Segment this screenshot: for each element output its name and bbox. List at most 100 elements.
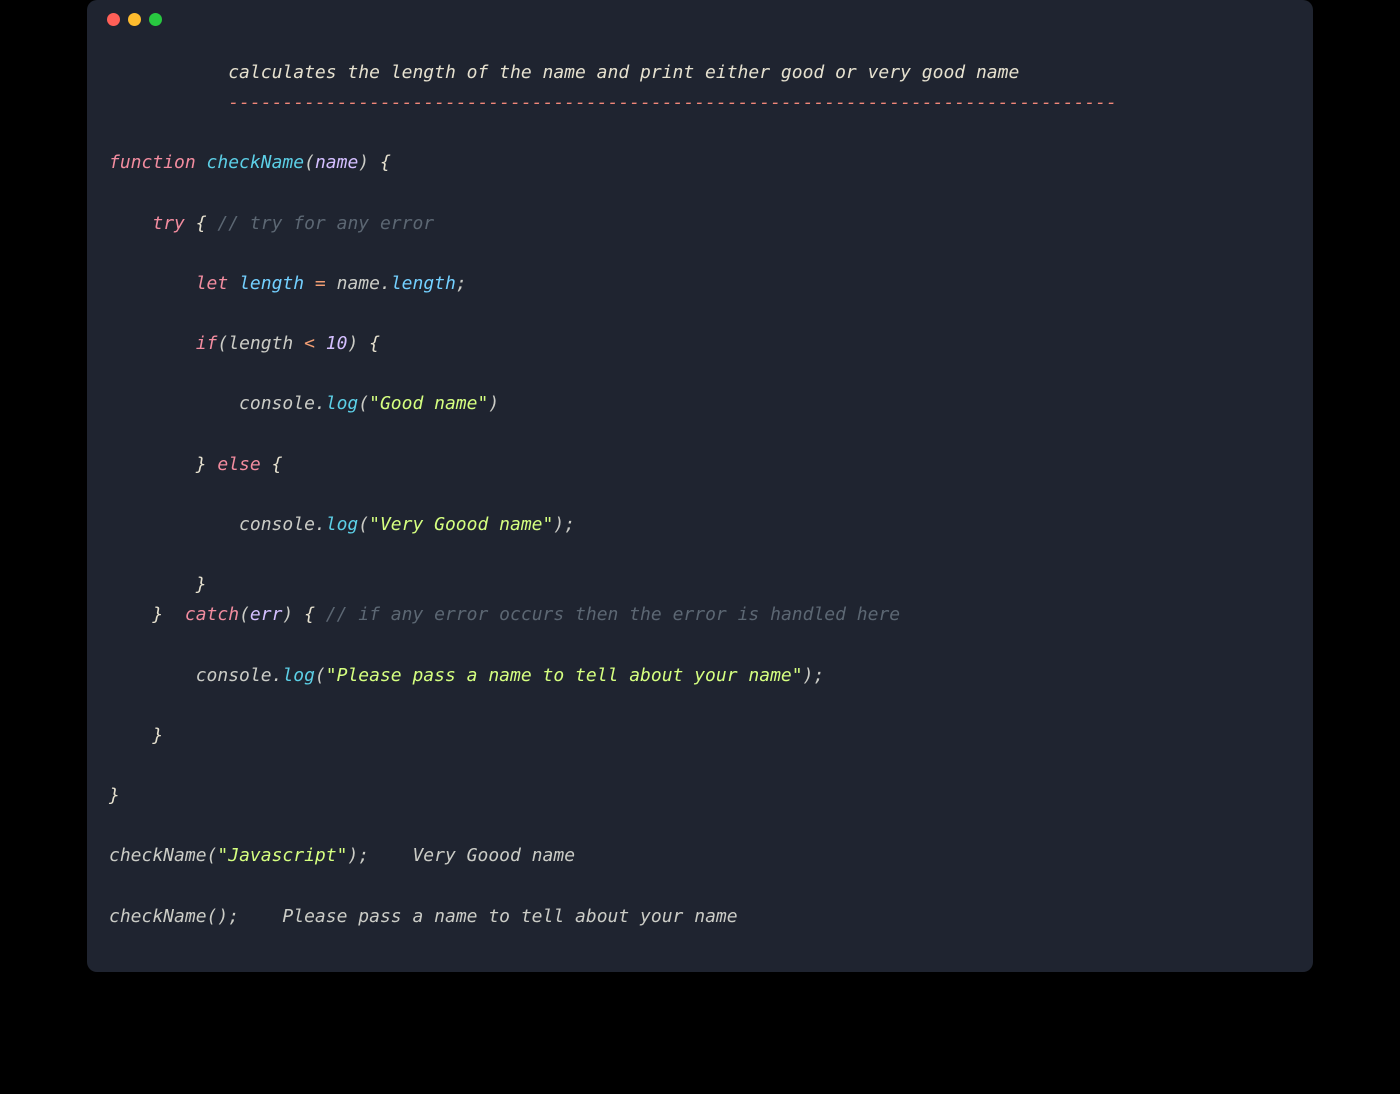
var-length: length: [239, 273, 304, 294]
catch-line: } catch(err) { // if any error occurs th…: [109, 604, 900, 625]
brace-close: }: [109, 785, 120, 806]
brace-close: }: [196, 454, 207, 475]
paren-open: (: [217, 333, 228, 354]
blank-line: [109, 359, 1291, 389]
blank-line: [109, 872, 1291, 902]
output-1: Very Goood name: [369, 845, 575, 866]
paren-open: (: [207, 906, 218, 927]
code-window: calculates the length of the name and pr…: [87, 0, 1313, 972]
semicolon: ;: [813, 665, 824, 686]
ident-console: console: [239, 514, 315, 535]
paren-close: ): [282, 604, 293, 625]
blank-line: [109, 118, 1291, 148]
call1-line: checkName("Javascript"); Very Goood name: [109, 845, 575, 866]
blank-line: [109, 631, 1291, 661]
paren-close: ): [347, 333, 358, 354]
keyword-catch: catch: [163, 604, 239, 625]
else-line: } else {: [109, 454, 282, 475]
comment-dashes-line: ----------------------------------------…: [109, 92, 1117, 113]
function-name: checkName: [207, 152, 305, 173]
paren-close: ): [553, 514, 564, 535]
brace-open: {: [272, 454, 283, 475]
ident-name: name: [337, 273, 380, 294]
string-good-name: "Good name": [369, 393, 488, 414]
close-if-line: }: [109, 574, 207, 595]
log1-line: console.log("Good name"): [109, 393, 499, 414]
try-line: try { // try for any error: [109, 213, 434, 234]
paren-open: (: [358, 393, 369, 414]
code-editor: calculates the length of the name and pr…: [87, 38, 1313, 942]
comment-header-text: calculates the length of the name and pr…: [228, 62, 1019, 83]
blank-line: [109, 691, 1291, 721]
comment-try: // try for any error: [207, 213, 435, 234]
dot: .: [315, 514, 326, 535]
brace-open: {: [293, 604, 315, 625]
paren-open: (: [358, 514, 369, 535]
function-decl-line: function checkName(name) {: [109, 152, 391, 173]
ident-console: console: [196, 665, 272, 686]
blank-line: [109, 751, 1291, 781]
comment-dashes: ----------------------------------------…: [228, 92, 1117, 113]
paren-close: ): [358, 152, 369, 173]
op-eq: =: [304, 273, 337, 294]
var-length: length: [228, 333, 293, 354]
maximize-icon[interactable]: [149, 13, 162, 26]
method-log: log: [282, 665, 315, 686]
blank-line: [109, 420, 1291, 450]
blank-line: [109, 179, 1291, 209]
log2-line: console.log("Very Goood name");: [109, 514, 575, 535]
brace-close: }: [196, 574, 207, 595]
op-lt: <: [293, 333, 326, 354]
call-name: checkName: [109, 906, 207, 927]
param-name: name: [315, 152, 358, 173]
let-line: let length = name.length;: [109, 273, 467, 294]
blank-line: [109, 540, 1291, 570]
paren-close: ): [488, 393, 499, 414]
ident-console: console: [239, 393, 315, 414]
close-icon[interactable]: [107, 13, 120, 26]
brace-open: {: [369, 152, 391, 173]
log3-line: console.log("Please pass a name to tell …: [109, 665, 824, 686]
semicolon: ;: [228, 906, 239, 927]
brace-open: {: [358, 333, 380, 354]
keyword-function: function: [109, 152, 196, 173]
string-very-good: "Very Goood name": [369, 514, 553, 535]
brace-open: {: [185, 213, 207, 234]
paren-open: (: [207, 845, 218, 866]
paren-open: (: [304, 152, 315, 173]
param-err: err: [250, 604, 283, 625]
method-log: log: [326, 514, 359, 535]
output-2: Please pass a name to tell about your na…: [239, 906, 738, 927]
keyword-try: try: [152, 213, 185, 234]
window-titlebar: [87, 0, 1313, 38]
prop-length: length: [391, 273, 456, 294]
blank-line: [109, 239, 1291, 269]
paren-open: (: [239, 604, 250, 625]
keyword-let: let: [196, 273, 229, 294]
semicolon: ;: [358, 845, 369, 866]
dot: .: [380, 273, 391, 294]
blank-line: [109, 299, 1291, 329]
brace-close: }: [152, 725, 163, 746]
minimize-icon[interactable]: [128, 13, 141, 26]
paren-close: ): [217, 906, 228, 927]
paren-close: ): [803, 665, 814, 686]
dot: .: [272, 665, 283, 686]
keyword-else: else: [207, 454, 272, 475]
close-catch-line: }: [109, 725, 163, 746]
call-name: checkName: [109, 845, 207, 866]
close-fn-line: }: [109, 785, 120, 806]
string-javascript: "Javascript": [217, 845, 347, 866]
dot: .: [315, 393, 326, 414]
semicolon: ;: [564, 514, 575, 535]
call2-line: checkName(); Please pass a name to tell …: [109, 906, 738, 927]
keyword-if: if: [196, 333, 218, 354]
if-line: if(length < 10) {: [109, 333, 380, 354]
comment-catch: // if any error occurs then the error is…: [315, 604, 900, 625]
blank-line: [109, 811, 1291, 841]
string-please-pass: "Please pass a name to tell about your n…: [326, 665, 803, 686]
semicolon: ;: [456, 273, 467, 294]
comment-header-line: calculates the length of the name and pr…: [109, 62, 1019, 83]
paren-close: ): [347, 845, 358, 866]
number-10: 10: [326, 333, 348, 354]
